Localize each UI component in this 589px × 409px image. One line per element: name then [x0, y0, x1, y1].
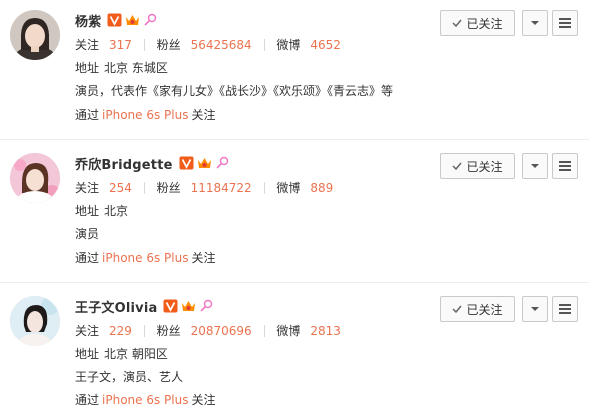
menu-button[interactable]	[552, 10, 578, 36]
avatar[interactable]	[10, 153, 60, 203]
fans-label: 粉丝	[156, 38, 181, 52]
avatar[interactable]	[10, 10, 60, 60]
check-icon	[452, 19, 463, 28]
user-name[interactable]: 杨紫	[75, 11, 101, 30]
user-card: 乔欣Bridgette 关注 254 粉丝 11184722 微博 889 地址 北京 …	[0, 143, 589, 283]
check-icon	[452, 305, 463, 314]
weibo-label: 微博	[276, 181, 301, 195]
fans-count[interactable]: 56425684	[191, 38, 252, 52]
check-icon	[452, 162, 463, 171]
divider	[263, 182, 265, 194]
followed-button[interactable]: 已关注	[440, 10, 515, 36]
weibo-label: 微博	[276, 38, 301, 52]
avatar[interactable]	[10, 296, 60, 346]
following-count[interactable]: 317	[109, 38, 132, 52]
device-link[interactable]: iPhone 6s Plus	[102, 251, 188, 265]
via-label: 通过	[75, 251, 100, 265]
following-label: 关注	[75, 181, 100, 195]
via-label: 通过	[75, 393, 100, 407]
caret-down-icon	[531, 164, 539, 168]
fan-club-icon[interactable]	[199, 299, 214, 313]
divider	[143, 325, 145, 337]
caret-down-icon	[531, 307, 539, 311]
verified-v-icon[interactable]	[179, 156, 194, 170]
caret-down-icon	[531, 21, 539, 25]
address-label: 地址	[75, 204, 100, 218]
verified-v-icon[interactable]	[107, 13, 122, 27]
address-row: 地址 北京 东城区	[75, 59, 168, 76]
vip-crown-icon[interactable]	[125, 13, 140, 27]
bio: 演员	[75, 227, 100, 241]
followed-label: 已关注	[466, 302, 503, 317]
fans-count[interactable]: 20870696	[191, 324, 252, 338]
user-name[interactable]: 王子文Olivia	[75, 297, 157, 316]
fans-count[interactable]: 11184722	[191, 181, 252, 195]
user-card: 杨紫 关注 317 粉丝 56425684 微博 4652 地址 北京 东城区 演员，代…	[0, 0, 589, 140]
menu-icon	[559, 18, 571, 28]
fan-club-icon[interactable]	[143, 13, 158, 27]
following-label: 关注	[75, 324, 100, 338]
followed-button[interactable]: 已关注	[440, 153, 515, 179]
via-label: 通过	[75, 108, 100, 122]
user-name[interactable]: 乔欣Bridgette	[75, 154, 173, 173]
user-card: 王子文Olivia 关注 229 粉丝 20870696 微博 2813 地址 北京 朝…	[0, 286, 589, 409]
bio: 演员，代表作《家有儿女》《战长沙》《欢乐颂》《青云志》等	[75, 84, 394, 98]
dropdown-button[interactable]	[522, 10, 548, 36]
stats-row: 关注 229 粉丝 20870696 微博 2813	[75, 322, 341, 339]
stats-row: 关注 254 粉丝 11184722 微博 889	[75, 179, 333, 196]
following-count[interactable]: 229	[109, 324, 132, 338]
verified-v-icon[interactable]	[163, 299, 178, 313]
dropdown-button[interactable]	[522, 296, 548, 322]
device-link[interactable]: iPhone 6s Plus	[102, 393, 188, 407]
followed-label: 已关注	[466, 16, 503, 31]
bio: 王子文，演员、艺人	[75, 370, 184, 384]
stats-row: 关注 317 粉丝 56425684 微博 4652	[75, 36, 341, 53]
weibo-count[interactable]: 4652	[310, 38, 341, 52]
address-row: 地址 北京	[75, 202, 128, 219]
menu-icon	[559, 161, 571, 171]
source-suffix: 关注	[191, 393, 216, 407]
source-suffix: 关注	[191, 251, 216, 265]
source-row: 通过 iPhone 6s Plus 关注	[75, 249, 215, 266]
weibo-count[interactable]: 2813	[310, 324, 341, 338]
menu-button[interactable]	[552, 296, 578, 322]
address-label: 地址	[75, 347, 100, 361]
followed-label: 已关注	[466, 159, 503, 174]
divider	[263, 325, 265, 337]
menu-icon	[559, 304, 571, 314]
device-link[interactable]: iPhone 6s Plus	[102, 108, 188, 122]
vip-crown-icon[interactable]	[197, 156, 212, 170]
following-count[interactable]: 254	[109, 181, 132, 195]
followed-button[interactable]: 已关注	[440, 296, 515, 322]
address-value: 北京	[104, 204, 129, 218]
address-row: 地址 北京 朝阳区	[75, 345, 168, 362]
divider	[143, 182, 145, 194]
fans-label: 粉丝	[156, 181, 181, 195]
source-suffix: 关注	[191, 108, 216, 122]
weibo-label: 微博	[276, 324, 301, 338]
menu-button[interactable]	[552, 153, 578, 179]
weibo-count[interactable]: 889	[310, 181, 333, 195]
vip-crown-icon[interactable]	[181, 299, 196, 313]
following-label: 关注	[75, 38, 100, 52]
fans-label: 粉丝	[156, 324, 181, 338]
divider	[143, 39, 145, 51]
source-row: 通过 iPhone 6s Plus 关注	[75, 106, 215, 123]
fan-club-icon[interactable]	[215, 156, 230, 170]
dropdown-button[interactable]	[522, 153, 548, 179]
address-value: 北京 朝阳区	[104, 347, 168, 361]
address-value: 北京 东城区	[104, 61, 168, 75]
divider	[263, 39, 265, 51]
address-label: 地址	[75, 61, 100, 75]
source-row: 通过 iPhone 6s Plus 关注	[75, 391, 215, 408]
